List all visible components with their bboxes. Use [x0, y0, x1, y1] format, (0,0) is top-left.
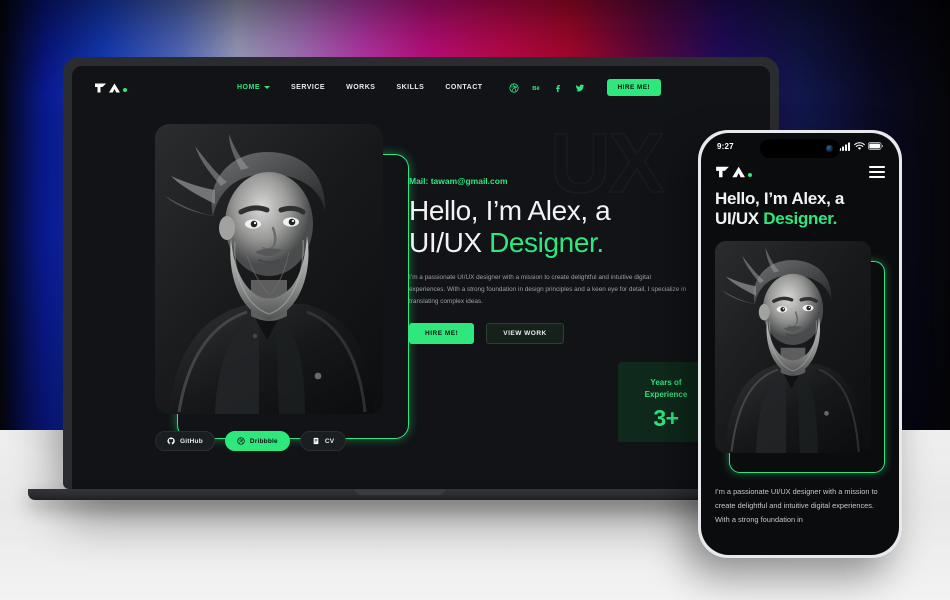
nav-item-home-label: HOME	[237, 84, 260, 91]
twitter-icon[interactable]	[575, 83, 585, 93]
phone-site-logo[interactable]	[715, 165, 752, 179]
phone-screen: 9:27 Hello, I’m Alex, a UI/UX Designer. …	[701, 133, 899, 555]
experience-value: 3+	[653, 404, 679, 431]
laptop-device: UX HOME SERVICE WORKS SKILLS CONTACT Bē …	[63, 57, 779, 489]
cellular-signal-icon	[839, 142, 850, 151]
phone-headline-line1: Hello, I’m Alex, a	[715, 189, 845, 208]
dynamic-island	[760, 139, 840, 158]
github-pill-button[interactable]: GitHub	[155, 431, 215, 451]
hamburger-line	[869, 166, 885, 168]
hero-paragraph: I’m a passionate UI/UX designer with a m…	[409, 273, 687, 305]
cv-pill-button[interactable]: CV	[299, 431, 347, 451]
hero-hire-me-button[interactable]: HIRE ME!	[409, 323, 475, 345]
hero-text-block: Mail: tawam@gmail.com Hello, I’m Alex, a…	[409, 176, 709, 345]
hero-button-group: HIRE ME! VIEW WORK	[409, 323, 709, 345]
hero-headline-line2-accent: Designer.	[489, 227, 604, 259]
dribbble-icon	[237, 437, 245, 445]
dribbble-icon[interactable]	[508, 82, 519, 93]
hero-portrait-image	[155, 124, 383, 414]
nav-links: HOME SERVICE WORKS SKILLS CONTACT	[237, 84, 483, 91]
hero-mail-line[interactable]: Mail: tawam@gmail.com	[409, 176, 709, 186]
wifi-icon	[854, 141, 865, 150]
hero-headline-line1: Hello, I’m Alex, a	[409, 195, 611, 226]
site-logo[interactable]	[94, 82, 127, 94]
screenshot-canvas: UX HOME SERVICE WORKS SKILLS CONTACT Bē …	[0, 0, 950, 600]
nav-item-home[interactable]: HOME	[237, 84, 270, 91]
social-pill-group: GitHub Dribbble CV	[155, 431, 347, 451]
nav-item-contact[interactable]: CONTACT	[445, 84, 482, 91]
document-icon	[313, 437, 319, 445]
svg-text:Bē: Bē	[532, 86, 540, 92]
nav-social-icons: Bē	[508, 82, 585, 93]
behance-icon[interactable]: Bē	[531, 83, 541, 93]
laptop-screen: UX HOME SERVICE WORKS SKILLS CONTACT Bē …	[72, 66, 770, 489]
nav-item-skills[interactable]: SKILLS	[396, 84, 424, 91]
ta-logo-icon	[95, 83, 120, 92]
dribbble-pill-button[interactable]: Dribbble	[224, 431, 290, 451]
phone-headline: Hello, I’m Alex, a UI/UX Designer.	[701, 183, 899, 230]
phone-portrait-image	[715, 240, 871, 453]
chevron-down-icon	[264, 86, 270, 89]
logo-accent-dot	[123, 87, 127, 92]
hamburger-line	[869, 176, 885, 178]
phone-paragraph: I’m a passionate UI/UX designer with a m…	[715, 486, 878, 524]
hero-portrait-block	[155, 124, 409, 439]
nav-item-works[interactable]: WORKS	[346, 84, 375, 91]
hero-view-work-button[interactable]: VIEW WORK	[486, 323, 564, 345]
hamburger-line	[869, 171, 885, 173]
github-icon	[167, 437, 175, 445]
phone-portrait-block	[715, 240, 885, 473]
nav-item-service[interactable]: SERVICE	[291, 84, 325, 91]
site-navbar: HOME SERVICE WORKS SKILLS CONTACT Bē HIR…	[72, 66, 770, 109]
portrait-illustration	[715, 240, 871, 453]
phone-headline-line2-accent: Designer.	[763, 209, 838, 229]
front-camera-icon	[826, 145, 833, 152]
phone-navbar	[701, 159, 899, 183]
phone-status-bar: 9:27	[701, 133, 899, 159]
hero-headline: Hello, I’m Alex, a UI/UX Designer.	[409, 195, 709, 260]
phone-headline-line2-plain: UI/UX	[715, 209, 764, 229]
portrait-illustration	[155, 124, 383, 414]
phone-clock: 9:27	[717, 141, 734, 151]
ta-logo-icon	[716, 166, 745, 178]
facebook-icon[interactable]	[553, 83, 563, 93]
dribbble-pill-label: Dribbble	[249, 437, 278, 445]
laptop-base-notch	[355, 489, 445, 495]
hero-headline-line2-plain: UI/UX	[409, 227, 490, 259]
github-pill-label: GitHub	[180, 437, 203, 445]
hamburger-menu-icon[interactable]	[869, 166, 885, 178]
nav-hire-me-button[interactable]: HIRE ME!	[606, 79, 661, 96]
phone-status-icons	[839, 141, 883, 151]
phone-device: 9:27 Hello, I’m Alex, a UI/UX Designer. …	[698, 130, 902, 558]
experience-label-line2: Experience	[644, 390, 688, 399]
experience-label-line1: Years of	[650, 378, 682, 388]
cv-pill-label: CV	[324, 437, 335, 445]
logo-accent-dot	[748, 173, 752, 177]
battery-icon	[868, 142, 883, 150]
